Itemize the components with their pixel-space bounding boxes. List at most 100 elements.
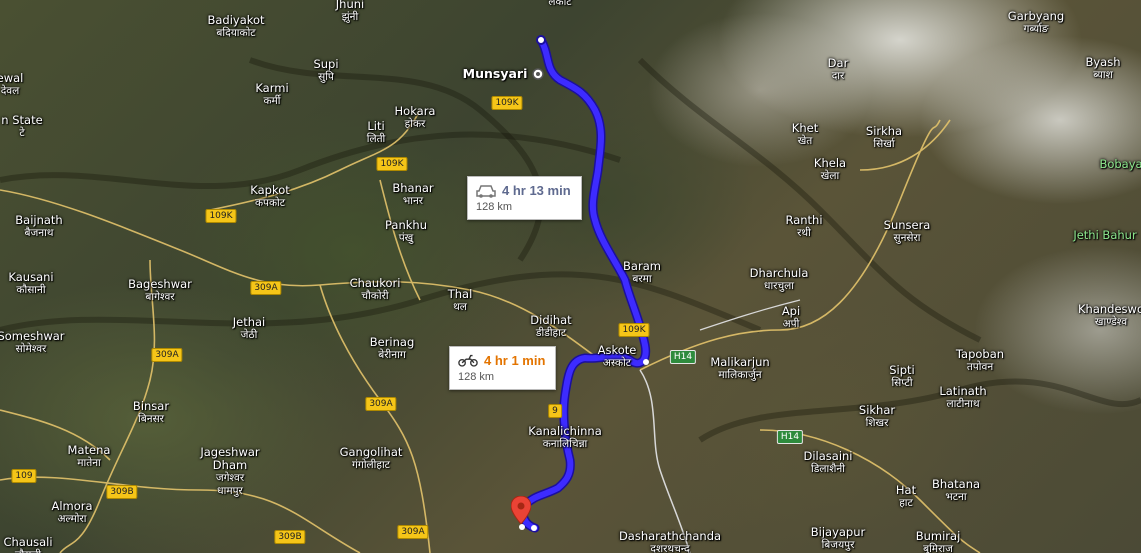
place-label-jethai[interactable]: Jethai जेठी xyxy=(233,316,266,342)
place-name: Liti xyxy=(367,119,385,133)
place-name: Sirkha xyxy=(865,124,903,138)
place-label-gangolihat[interactable]: Gangolihat गंगोलीहाट xyxy=(340,446,403,472)
place-label-sirkha[interactable]: Sirkha सिर्खा xyxy=(866,125,902,151)
place-name: Kanalichinna xyxy=(528,424,602,438)
place-name: Garbyang xyxy=(1007,9,1065,23)
road-shield-r309a_1: 309A xyxy=(250,281,282,295)
road-shield-r109: 109 xyxy=(11,469,37,483)
place-label-bumiraj[interactable]: Bumiraj बुमिराज xyxy=(916,530,961,553)
place-label-khet[interactable]: Khet खेत xyxy=(792,122,818,148)
place-name-devanagari: सिर्खा xyxy=(873,138,895,150)
place-label-baram[interactable]: Baram बरमा xyxy=(623,260,661,286)
place-label-karmi[interactable]: Karmi कर्मी xyxy=(255,82,288,108)
place-name: Api xyxy=(781,304,801,318)
place-name: Karmi xyxy=(255,81,289,95)
place-label-lekot[interactable]: लेकोट xyxy=(548,0,571,9)
place-label-binsar[interactable]: Binsar बिनसर xyxy=(133,400,169,426)
place-label-berinag[interactable]: Berinag बेरीनाग xyxy=(370,336,415,362)
place-label-ranthi[interactable]: Ranthi रथी xyxy=(785,214,822,240)
place-label-bhanar[interactable]: Bhanar भानर xyxy=(392,182,433,208)
place-label-api[interactable]: Api अपी xyxy=(782,305,800,331)
place-label-askote[interactable]: Askote अस्कोट xyxy=(598,344,637,370)
place-label-almora[interactable]: Almora अल्मोरा xyxy=(51,500,92,526)
place-label-state[interactable]: n State टे xyxy=(1,114,42,140)
place-label-bobaya[interactable]: Bobaya xyxy=(1099,158,1141,171)
place-label-pankhu[interactable]: Pankhu पंखु xyxy=(385,219,427,245)
place-label-bijayapur[interactable]: Bijayapur बिजयपुर xyxy=(811,526,866,552)
road-shield-h14_1: H14 xyxy=(669,350,697,364)
place-label-bhatana[interactable]: Bhatana भटना xyxy=(932,478,980,504)
place-name-devanagari: डिलाशैनी xyxy=(811,463,845,475)
place-name-devanagari: बिजयपुर xyxy=(821,539,855,551)
place-label-dilasaini[interactable]: Dilasaini डिलाशैनी xyxy=(803,450,852,476)
place-label-kapkot[interactable]: Kapkot कपकोट xyxy=(250,184,289,210)
place-name-devanagari: अस्कोट xyxy=(602,357,632,369)
map-view[interactable]: Munsyari Jhuni झुंनी Badiyakot बदियाकोट Supi… xyxy=(0,0,1141,553)
route-end-node[interactable] xyxy=(519,524,525,530)
route-waypoint[interactable] xyxy=(643,359,649,365)
place-label-tapoban[interactable]: Tapoban तपोवन xyxy=(956,348,1004,374)
place-label-jethibahur[interactable]: Jethi Bahur xyxy=(1073,229,1136,242)
place-name-devanagari: सुनसेरा xyxy=(893,232,921,244)
place-label-didihat[interactable]: Didihat डीडीहाट xyxy=(530,314,571,340)
place-label-matena[interactable]: Matena मातेना xyxy=(68,444,111,470)
place-name-devanagari: हाट xyxy=(899,497,913,509)
place-label-dharchula[interactable]: Dharchula धारचुला xyxy=(750,267,809,293)
place-label-khela[interactable]: Khela खेला xyxy=(814,157,846,183)
place-name-devanagari: दशरथचन्द xyxy=(650,543,690,553)
route-end-node-2[interactable] xyxy=(531,525,537,531)
place-label-chausali[interactable]: Chausaliचौसली xyxy=(3,536,52,553)
motorbike-icon xyxy=(458,354,478,367)
place-name: Baijnath xyxy=(15,213,63,227)
place-label-jageshwar[interactable]: Jageshwar Dham जगेश्वर धामपुर xyxy=(200,446,259,498)
place-name: Supi xyxy=(313,57,339,71)
place-label-latinath[interactable]: Latinath लाटीनाथ xyxy=(939,385,986,411)
place-label-dasharathchanda[interactable]: Dasharathchanda दशरथचन्द xyxy=(619,530,721,553)
place-label-jhuni[interactable]: Jhuni झुंनी xyxy=(336,0,364,24)
place-label-chaukori[interactable]: Chaukori चौकोरी xyxy=(350,277,401,303)
bike-route-callout[interactable]: 4 hr 1 min 128 km xyxy=(449,346,557,390)
place-name-devanagari: बुमिराज xyxy=(923,543,953,553)
road-shield-r309b_2: 309B xyxy=(274,530,306,544)
place-name-devanagari: धारचुला xyxy=(764,280,794,292)
place-label-dar[interactable]: Dar दार xyxy=(828,57,849,83)
place-name: Badiyakot xyxy=(207,13,265,27)
place-label-ewal[interactable]: ewal देवल xyxy=(0,72,23,98)
place-label-sunsera[interactable]: Sunsera सुनसेरा xyxy=(884,219,931,245)
route-start-node[interactable] xyxy=(536,35,546,45)
bike-route-time: 4 hr 1 min xyxy=(484,353,546,368)
place-name-devanagari: बिनसर xyxy=(138,413,164,425)
place-label-bageshwar[interactable]: Bageshwar बागेश्वर xyxy=(128,278,192,304)
place-label-thal[interactable]: Thal थल xyxy=(448,288,473,314)
place-label-hat[interactable]: Hat हाट xyxy=(896,484,916,510)
place-label-sikhar[interactable]: Sikhar शिखर xyxy=(859,404,895,430)
place-name-devanagari: जगेश्वर धामपुर xyxy=(215,472,245,497)
place-label-baijnath[interactable]: Baijnath बैजनाथ xyxy=(15,214,62,240)
place-name: Baram xyxy=(623,259,661,273)
place-label-liti[interactable]: Liti लिती xyxy=(367,120,386,146)
road-shield-r109k_1: 109K xyxy=(491,96,523,110)
place-label-malikarjun[interactable]: Malikarjun मालिकार्जुन xyxy=(710,356,769,382)
place-name: Didihat xyxy=(530,313,572,327)
place-name-devanagari: जेठी xyxy=(240,329,258,341)
place-name: Almora xyxy=(51,499,93,513)
origin-label[interactable]: Munsyari xyxy=(463,67,528,80)
place-label-someshwar[interactable]: Someshwar सोमेश्वर xyxy=(0,330,65,356)
place-label-kausani[interactable]: Kausani कौसानी xyxy=(8,271,53,297)
road-shield-h14_2: H14 xyxy=(776,430,804,444)
place-name: Dasharathchanda xyxy=(618,529,722,543)
place-label-sipti[interactable]: Sipti सिप्टी xyxy=(889,364,915,390)
road-shield-r309a_3: 309A xyxy=(365,397,397,411)
place-label-badiyakot[interactable]: Badiyakot बदियाकोट xyxy=(207,14,264,40)
place-name-devanagari: देवल xyxy=(0,85,20,97)
destination-pin-icon[interactable] xyxy=(511,496,531,524)
place-label-byash[interactable]: Byash ब्याश xyxy=(1085,56,1120,82)
place-label-khandeswori[interactable]: Khandeswo खाण्डेश्व xyxy=(1078,303,1141,329)
place-label-supi[interactable]: Supi सुपि xyxy=(313,58,338,84)
place-name: Bobaya xyxy=(1099,157,1141,171)
place-label-hokara[interactable]: Hokara होकर xyxy=(395,105,436,131)
car-route-callout[interactable]: 4 hr 13 min 128 km xyxy=(467,176,582,220)
place-label-garbyang[interactable]: Garbyang गर्ब्याङ xyxy=(1008,10,1064,36)
place-label-kanalichinna[interactable]: Kanalichinna कनालिचिन्ना xyxy=(528,425,602,451)
place-name-devanagari: अल्मोरा xyxy=(57,513,87,525)
